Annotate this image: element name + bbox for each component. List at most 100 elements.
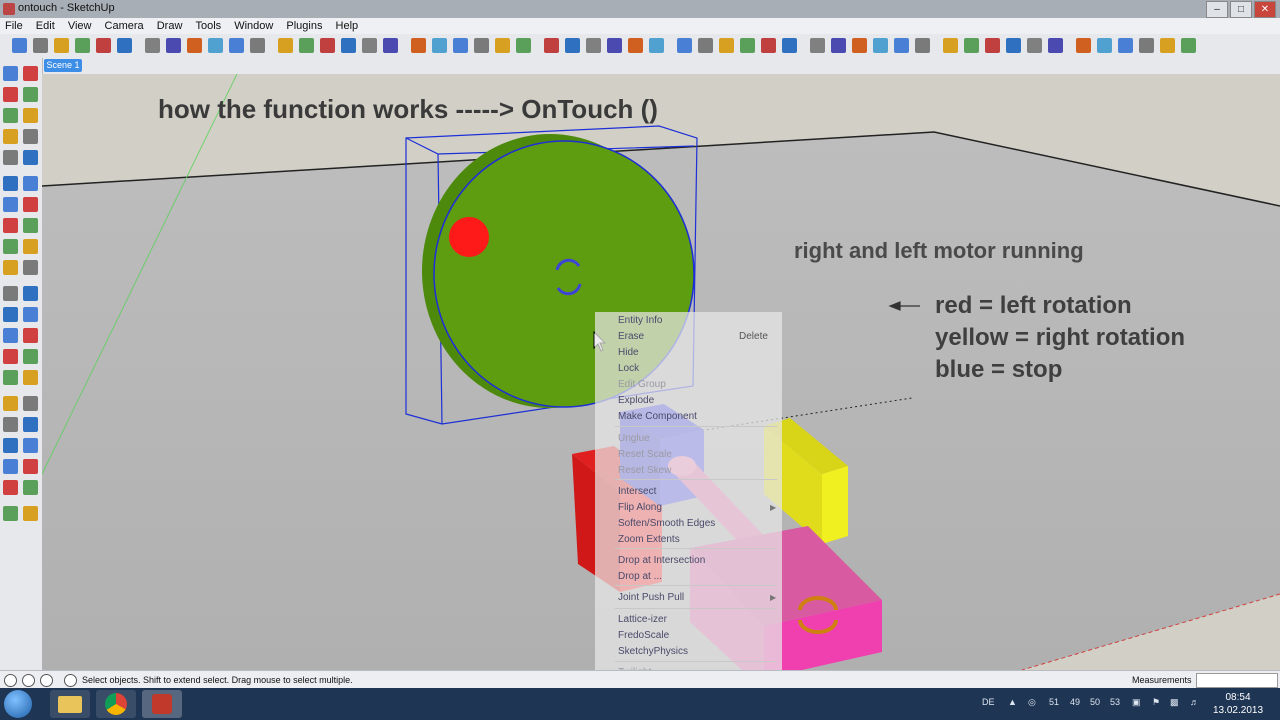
toolbar-line-icon[interactable] [411, 38, 426, 53]
toolbar-arc-icon[interactable] [208, 38, 223, 53]
left-tool-eraser-icon[interactable] [3, 438, 18, 453]
toolbar-record-icon[interactable] [145, 38, 160, 53]
menu-item-edit-group[interactable]: Edit Group [618, 379, 666, 390]
toolbar-orbit-icon[interactable] [915, 38, 930, 53]
menu-plugins[interactable]: Plugins [281, 18, 327, 32]
toolbar-rotate-icon[interactable] [1048, 38, 1063, 53]
left-tool-circle-icon[interactable] [23, 506, 38, 521]
left-tool-scale-icon[interactable] [3, 260, 18, 275]
toolbar-line-icon[interactable] [852, 38, 867, 53]
menu-item-drop-at-intersection[interactable]: Drop at Intersection [618, 555, 705, 566]
menu-file[interactable]: File [0, 18, 28, 32]
menu-item-hide[interactable]: Hide [618, 347, 639, 358]
model-viewport[interactable]: how the function works -----> OnTouch ()… [42, 74, 1280, 670]
toolbar-record-icon[interactable] [810, 38, 825, 53]
toolbar-select-icon[interactable] [1118, 38, 1133, 53]
menu-item-explode[interactable]: Explode [618, 395, 654, 406]
toolbar-orbit-icon[interactable] [698, 38, 713, 53]
toolbar-record-icon[interactable] [586, 38, 601, 53]
toolbar-stop-icon[interactable] [341, 38, 356, 53]
left-tool-zoom-icon[interactable] [3, 370, 18, 385]
toolbar-zoom-icon[interactable] [740, 38, 755, 53]
toolbar-play-icon[interactable] [544, 38, 559, 53]
toolbar-line-icon[interactable] [1076, 38, 1091, 53]
menu-item-erase[interactable]: Erase [618, 331, 644, 342]
menu-help[interactable]: Help [331, 18, 364, 32]
menu-edit[interactable]: Edit [31, 18, 60, 32]
toolbar-line-icon[interactable] [628, 38, 643, 53]
toolbar-pan-icon[interactable] [943, 38, 958, 53]
menu-item-reset-scale[interactable]: Reset Scale [618, 449, 672, 460]
left-tool-circle-icon[interactable] [3, 506, 18, 521]
language-indicator[interactable]: DE [982, 697, 995, 707]
toolbar-select-icon[interactable] [453, 38, 468, 53]
left-tool-paint-icon[interactable] [23, 108, 38, 123]
chrome-taskbar-button[interactable] [96, 690, 136, 718]
close-button[interactable]: ✕ [1254, 1, 1276, 18]
left-tool-rectangle-icon[interactable] [23, 129, 38, 144]
menu-item-make-component[interactable]: Make Component [618, 411, 697, 422]
menu-draw[interactable]: Draw [152, 18, 188, 32]
left-tool-orbit-icon[interactable] [3, 328, 18, 343]
toolbar-pan-icon[interactable] [54, 38, 69, 53]
menu-tools[interactable]: Tools [190, 18, 226, 32]
menu-camera[interactable]: Camera [100, 18, 149, 32]
menu-item-fredoscale[interactable]: FredoScale [618, 630, 669, 641]
left-tool-offset-icon[interactable] [23, 286, 38, 301]
network-signal-icon[interactable]: ▩ [1170, 697, 1179, 708]
left-tool-arc-icon[interactable] [3, 176, 18, 191]
left-tool-pan-icon[interactable] [23, 349, 38, 364]
toolbar-play-icon[interactable] [96, 38, 111, 53]
left-tool-select-icon[interactable] [3, 417, 18, 432]
menu-window[interactable]: Window [229, 18, 278, 32]
menu-item-reset-skew[interactable]: Reset Skew [618, 465, 671, 476]
toolbar-pan-icon[interactable] [1160, 38, 1175, 53]
left-tool-arc-icon[interactable] [23, 176, 38, 191]
left-tool-select-icon[interactable] [3, 66, 18, 81]
left-tool-rotate-icon[interactable] [23, 239, 38, 254]
toolbar-arc-icon[interactable] [1097, 38, 1112, 53]
toolbar-select-icon[interactable] [229, 38, 244, 53]
tab-scene-1[interactable]: Scene 1 [44, 59, 82, 72]
left-tool-walk-icon[interactable] [23, 396, 38, 411]
toolbar-rotate-icon[interactable] [383, 38, 398, 53]
toolbar-arc-icon[interactable] [649, 38, 664, 53]
toolbar-zoom-icon[interactable] [1181, 38, 1196, 53]
left-tool-paint-icon[interactable] [3, 108, 18, 123]
left-tool-move-icon[interactable] [23, 218, 38, 233]
menu-item-zoom-extents[interactable]: Zoom Extents [618, 534, 680, 545]
left-tool-rectangle-icon[interactable] [3, 480, 18, 495]
flag-tray-icon[interactable]: ⚑ [1152, 697, 1160, 708]
menu-item-entity-info[interactable]: Entity Info [618, 315, 662, 326]
start-button[interactable] [4, 690, 32, 718]
left-tool-eraser-icon[interactable] [3, 87, 18, 102]
left-tool-tape-icon[interactable] [23, 307, 38, 322]
toolbar-play-icon[interactable] [320, 38, 335, 53]
volume-icon[interactable]: ♬ [1190, 697, 1199, 707]
toolbar-record-icon[interactable] [362, 38, 377, 53]
left-tool-scale-icon[interactable] [23, 260, 38, 275]
left-tool-push-pull-icon[interactable] [3, 197, 18, 212]
left-tool-move-icon[interactable] [3, 218, 18, 233]
toolbar-orbit-icon[interactable] [33, 38, 48, 53]
left-tool-walk-icon[interactable] [3, 396, 18, 411]
help-icon[interactable] [64, 674, 77, 687]
toolbar-stop-icon[interactable] [782, 38, 797, 53]
toolbar-zoom-icon[interactable] [516, 38, 531, 53]
toolbar-select-icon[interactable] [894, 38, 909, 53]
menu-item-intersect[interactable]: Intersect [618, 486, 656, 497]
toolbar-stop-icon[interactable] [565, 38, 580, 53]
show-hidden-icons-icon[interactable]: ▲ [1008, 697, 1017, 707]
system-clock[interactable]: 08:54 13.02.2013 [1212, 691, 1264, 717]
toolbar-pan-icon[interactable] [719, 38, 734, 53]
toolbar-orbit-icon[interactable] [1139, 38, 1154, 53]
toolbar-stop-icon[interactable] [117, 38, 132, 53]
left-tool-select-icon[interactable] [23, 66, 38, 81]
left-tool-orbit-icon[interactable] [23, 328, 38, 343]
left-tool-eraser-icon[interactable] [23, 87, 38, 102]
left-tool-rectangle-icon[interactable] [23, 480, 38, 495]
toolbar-select-icon[interactable] [677, 38, 692, 53]
menu-item-lock[interactable]: Lock [618, 363, 639, 374]
toolbar-arc-icon[interactable] [873, 38, 888, 53]
toolbar-pan-icon[interactable] [278, 38, 293, 53]
